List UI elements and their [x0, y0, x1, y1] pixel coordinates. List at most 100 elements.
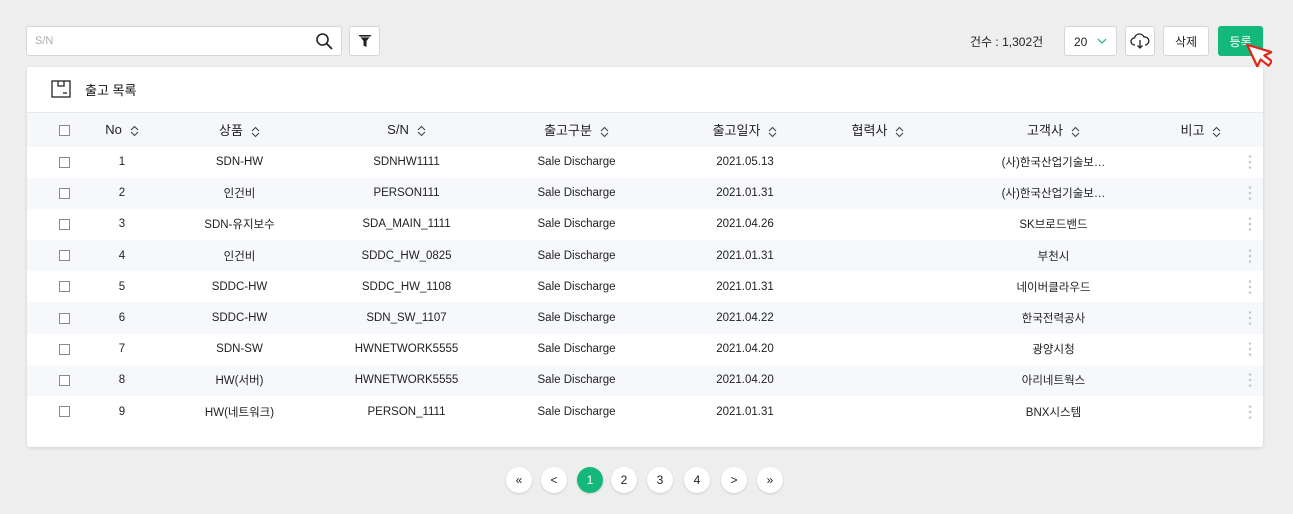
header-date[interactable]: 출고일자: [676, 113, 814, 147]
select-all-cell: [27, 113, 101, 147]
row-product: SDN-SW: [216, 343, 263, 356]
header-note[interactable]: 비고: [1165, 113, 1237, 147]
row-no: 4: [118, 249, 126, 262]
toolbar: 건수 : 1,302건 20 삭제 등록: [0, 0, 1293, 68]
shipment-list-card: 출고 목록 No 상품 S/N 출고구분 출고일자 협력사 고객사 비고 1 SD…: [27, 67, 1263, 447]
row-partner: [814, 302, 942, 333]
row-date: 2021.01.31: [716, 187, 774, 200]
row-checkbox[interactable]: [58, 156, 70, 168]
row-no: 8: [118, 374, 126, 387]
row-type: Sale Discharge: [537, 218, 616, 231]
row-product: 인건비: [223, 188, 256, 201]
row-type: Sale Discharge: [537, 156, 616, 169]
row-date: 2021.01.31: [716, 249, 774, 262]
header-partner[interactable]: 협력사: [814, 113, 942, 147]
table-row[interactable]: 8 HW(서버) HWNETWORK5555 Sale Discharge 2021.0…: [27, 364, 1263, 396]
filter-button[interactable]: [349, 26, 380, 56]
row-type: Sale Discharge: [537, 343, 616, 356]
header-type[interactable]: 출고구분: [477, 113, 676, 147]
more-vertical-icon[interactable]: [1248, 185, 1252, 201]
more-vertical-icon[interactable]: [1248, 404, 1252, 420]
row-select-cell: [27, 240, 101, 271]
box-icon: [51, 80, 71, 98]
row-customer: (사)한국산업기술보…: [1001, 157, 1106, 170]
chevron-down-icon: [1097, 38, 1107, 44]
table-row[interactable]: 4 인건비 SDDC_HW_0825 Sale Discharge 2021.01.31…: [27, 240, 1263, 272]
sort-icon: [130, 125, 139, 137]
row-checkbox[interactable]: [58, 343, 70, 355]
sort-icon: [769, 126, 777, 138]
row-checkbox[interactable]: [58, 406, 70, 418]
row-note: [1165, 209, 1237, 240]
row-partner: [814, 271, 942, 302]
row-customer: BNX시스템: [1025, 406, 1082, 419]
row-customer: 부천시: [1037, 250, 1070, 263]
more-vertical-icon[interactable]: [1248, 279, 1252, 295]
row-date: 2021.01.31: [716, 405, 774, 418]
row-sn: SDDC_HW_0825: [361, 249, 452, 262]
row-checkbox[interactable]: [58, 218, 70, 230]
table-row[interactable]: 9 HW(네트워크) PERSON_1111 Sale Discharge 2021.0…: [27, 396, 1263, 427]
search-input[interactable]: [35, 27, 305, 55]
page-size-select[interactable]: 20: [1064, 26, 1117, 56]
row-note: [1165, 302, 1237, 333]
row-type: Sale Discharge: [537, 280, 616, 293]
header-product[interactable]: 상품: [143, 113, 336, 147]
row-actions-cell: [1237, 240, 1263, 271]
row-no: 2: [118, 187, 126, 200]
row-checkbox[interactable]: [58, 187, 70, 199]
row-actions-cell: [1237, 209, 1263, 240]
more-vertical-icon[interactable]: [1248, 154, 1252, 170]
search-icon[interactable]: [315, 32, 333, 50]
row-note: [1165, 334, 1237, 365]
row-checkbox[interactable]: [58, 250, 70, 262]
row-date: 2021.04.20: [716, 343, 774, 356]
row-date: 2021.01.31: [716, 280, 774, 293]
row-note: [1165, 147, 1237, 178]
row-checkbox[interactable]: [58, 374, 70, 386]
row-sn: SDDC_HW_1108: [361, 280, 452, 293]
download-button[interactable]: [1125, 26, 1155, 56]
page-button-2[interactable]: 2: [611, 467, 637, 493]
page-button-1[interactable]: 1: [577, 467, 603, 493]
delete-button[interactable]: 삭제: [1163, 26, 1209, 56]
row-checkbox[interactable]: [58, 312, 70, 324]
table-row[interactable]: 3 SDN-유지보수 SDA_MAIN_1111 Sale Discharge 2021…: [27, 209, 1263, 240]
header-customer[interactable]: 고객사: [942, 113, 1165, 147]
page-size-value: 20: [1074, 35, 1088, 49]
row-select-cell: [27, 147, 101, 178]
header-sn[interactable]: S/N: [336, 113, 477, 147]
table-row[interactable]: 5 SDDC-HW SDDC_HW_1108 Sale Discharge 2021.0…: [27, 271, 1263, 302]
header-no[interactable]: No: [101, 113, 143, 147]
table-row[interactable]: 1 SDN-HW SDNHW1111 Sale Discharge 2021.05.13…: [27, 147, 1263, 178]
row-actions-cell: [1237, 147, 1263, 178]
next-page-button[interactable]: >: [721, 467, 747, 493]
row-type: Sale Discharge: [537, 405, 616, 418]
page-button-4[interactable]: 4: [684, 467, 710, 493]
row-select-cell: [27, 302, 101, 333]
row-sn: SDNHW1111: [373, 156, 440, 169]
more-vertical-icon[interactable]: [1248, 372, 1252, 388]
row-sn: SDA_MAIN_1111: [362, 218, 451, 231]
total-count: 건수 : 1,302건: [970, 35, 1044, 49]
row-note: [1165, 178, 1237, 209]
row-sn: PERSON111: [373, 187, 440, 200]
prev-page-button[interactable]: <: [541, 467, 567, 493]
row-checkbox[interactable]: [58, 281, 70, 293]
row-type: Sale Discharge: [537, 187, 616, 200]
more-vertical-icon[interactable]: [1248, 248, 1252, 264]
sort-icon: [896, 126, 904, 138]
table-row[interactable]: 2 인건비 PERSON111 Sale Discharge 2021.01.31 (사)…: [27, 177, 1263, 209]
sort-icon: [600, 126, 609, 138]
pagination: « < 1 2 3 4 > »: [0, 467, 1293, 493]
table-row[interactable]: 6 SDDC-HW SDN_SW_1107 Sale Discharge 2021.04…: [27, 302, 1263, 334]
row-partner: [814, 178, 942, 209]
page-button-3[interactable]: 3: [647, 467, 673, 493]
more-vertical-icon[interactable]: [1248, 341, 1252, 357]
table-row[interactable]: 7 SDN-SW HWNETWORK5555 Sale Discharge 2021.0…: [27, 334, 1263, 365]
select-all-checkbox[interactable]: [58, 125, 70, 137]
first-page-button[interactable]: «: [506, 467, 532, 493]
more-vertical-icon[interactable]: [1248, 216, 1252, 232]
last-page-button[interactable]: »: [757, 467, 783, 493]
more-vertical-icon[interactable]: [1248, 310, 1252, 326]
